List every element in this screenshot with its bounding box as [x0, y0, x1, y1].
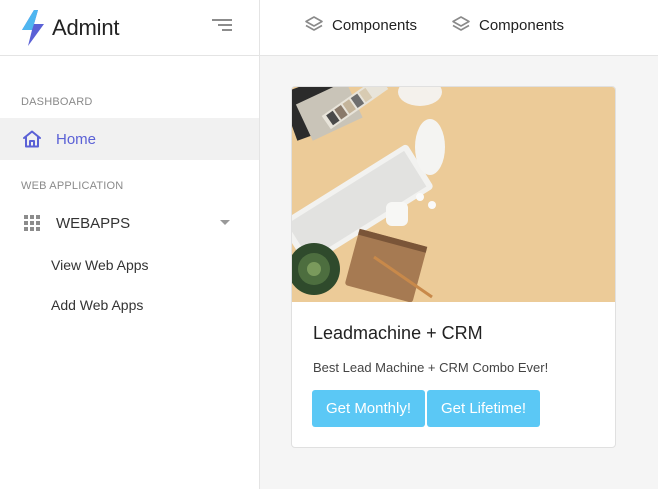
bolt-logo-icon: [22, 9, 44, 46]
section-title-dashboard: DASHBOARD: [21, 96, 93, 108]
top-bar: Components Components: [260, 0, 658, 56]
sidebar-item-label: WEBAPPS: [56, 214, 131, 232]
layers-icon: [305, 16, 323, 31]
top-link-components[interactable]: Components: [451, 15, 564, 35]
sidebar: Admint DASHBOARD Home WEB APPLICATION WE…: [0, 0, 260, 489]
card-title: Leadmachine + CRM: [313, 323, 483, 343]
sidebar-item-label: Home: [56, 130, 97, 148]
card-text: Best Lead Machine + CRM Combo Ever!: [313, 360, 549, 375]
sidebar-item-home[interactable]: Home: [0, 118, 259, 160]
desk-photo-image: [292, 87, 615, 302]
sidebar-item-webapps[interactable]: WEBAPPS: [0, 202, 259, 244]
get-monthly-button[interactable]: Get Monthly!: [312, 390, 425, 427]
product-card: Leadmachine + CRM Best Lead Machine + CR…: [291, 86, 616, 448]
section-title-web-application: WEB APPLICATION: [21, 180, 124, 192]
grid-icon: [24, 215, 40, 231]
top-link-label: Components: [332, 16, 418, 34]
home-icon: [23, 130, 41, 148]
get-lifetime-button[interactable]: Get Lifetime!: [427, 390, 540, 427]
top-link-label: Components: [479, 16, 565, 34]
chevron-down-icon: [220, 220, 230, 225]
brand-name: Admint: [52, 14, 120, 40]
sidebar-subitem-add-web-apps[interactable]: Add Web Apps: [51, 297, 143, 313]
sidebar-subitem-view-web-apps[interactable]: View Web Apps: [51, 257, 149, 273]
menu-toggle-icon[interactable]: [212, 19, 232, 33]
top-link-components[interactable]: Components: [304, 15, 417, 35]
brand[interactable]: Admint: [0, 0, 259, 56]
layers-icon: [452, 16, 470, 31]
